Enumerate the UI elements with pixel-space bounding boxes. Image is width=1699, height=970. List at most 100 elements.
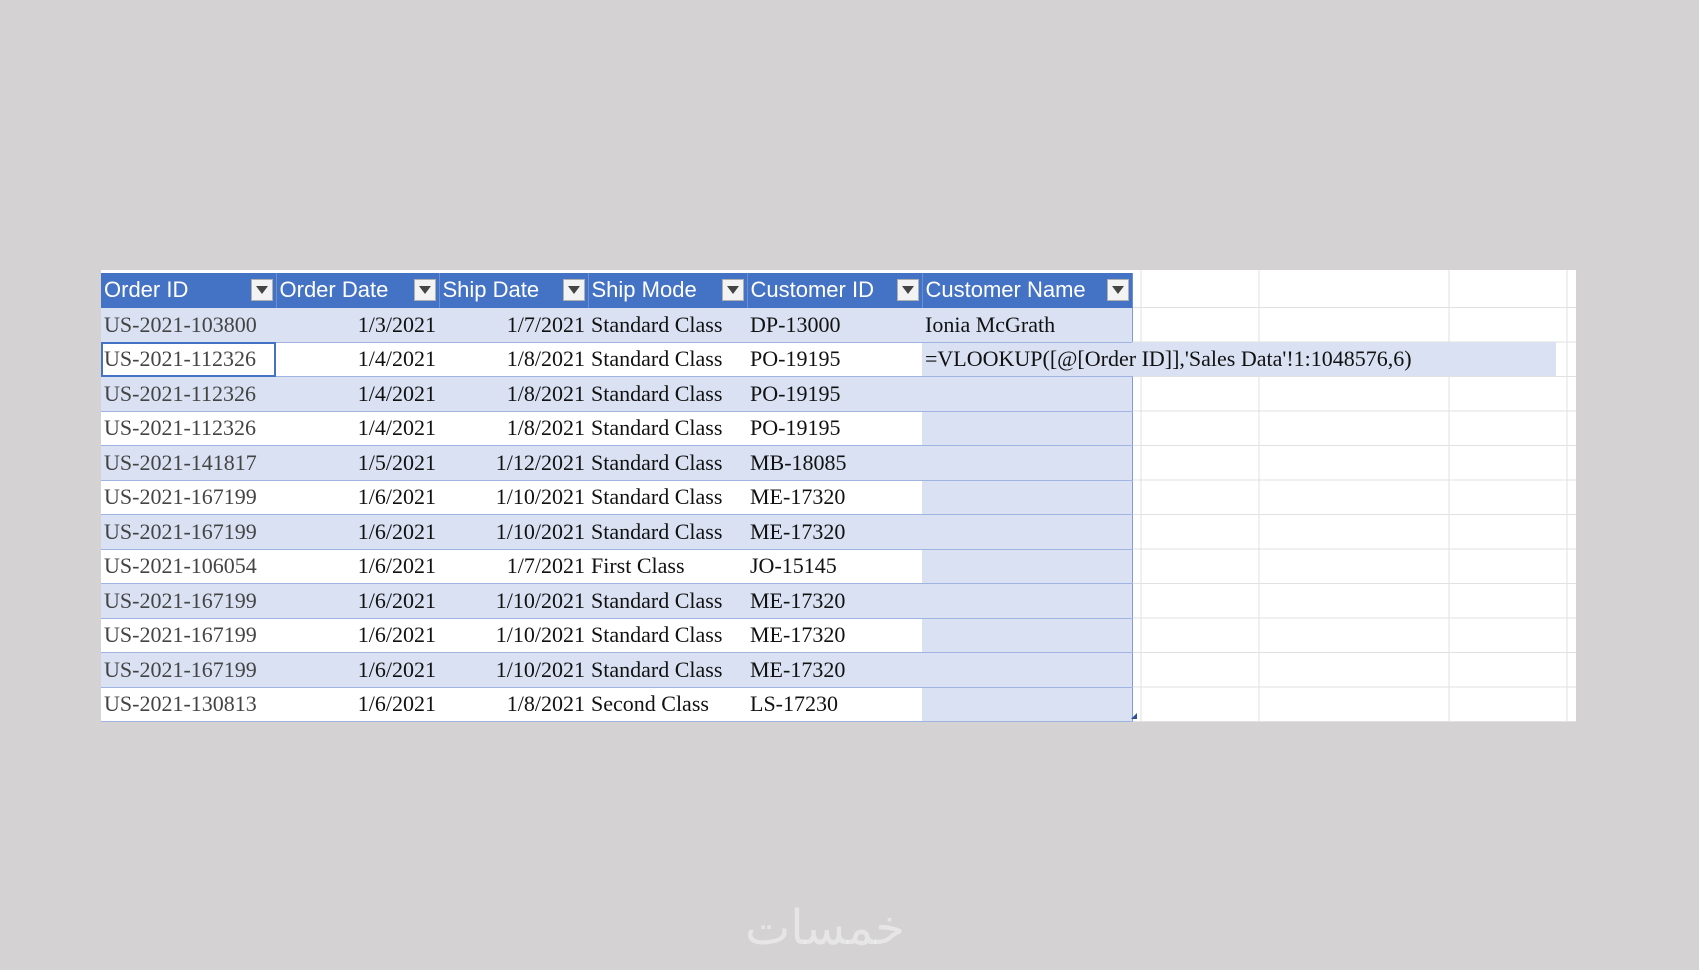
cell-order-date[interactable]: 1/6/2021 — [276, 514, 439, 550]
table-row: US-2021-106054 1/6/2021 1/7/2021 First C… — [101, 549, 1133, 584]
cell-ship-mode[interactable]: Standard Class — [588, 480, 747, 515]
cell-order-id[interactable]: US-2021-112326 — [101, 376, 276, 412]
cell-order-id[interactable]: US-2021-130813 — [101, 687, 276, 722]
cell-customer-name[interactable] — [922, 445, 1133, 481]
cell-ship-date[interactable]: 1/8/2021 — [439, 411, 588, 446]
formula-text: =VLOOKUP([@[Order ID]],'Sales Data'!1:10… — [925, 346, 1412, 372]
spreadsheet: Order ID Order Date Ship Date Ship Mode … — [101, 270, 1576, 722]
header-label: Customer Name — [925, 277, 1086, 303]
cell-order-date[interactable]: 1/4/2021 — [276, 376, 439, 412]
cell-order-id[interactable]: US-2021-167199 — [101, 583, 276, 619]
cell-customer-name[interactable]: Ionia McGrath — [922, 307, 1133, 343]
table-row: US-2021-167199 1/6/2021 1/10/2021 Standa… — [101, 652, 1133, 688]
cell-order-id[interactable]: US-2021-106054 — [101, 549, 276, 584]
cell-order-id[interactable]: US-2021-112326 — [101, 342, 276, 377]
cell-customer-name[interactable] — [922, 687, 1133, 722]
cell-order-id[interactable]: US-2021-141817 — [101, 445, 276, 481]
header-ship-mode[interactable]: Ship Mode — [588, 273, 748, 308]
cell-ship-date[interactable]: 1/10/2021 — [439, 480, 588, 515]
cell-customer-name[interactable] — [922, 583, 1133, 619]
cell-ship-mode[interactable]: Standard Class — [588, 445, 747, 481]
cell-ship-mode[interactable]: First Class — [588, 549, 747, 584]
cell-ship-date[interactable]: 1/7/2021 — [439, 307, 588, 343]
cell-order-id[interactable]: US-2021-167199 — [101, 480, 276, 515]
cell-ship-date[interactable]: 1/10/2021 — [439, 583, 588, 619]
header-order-date[interactable]: Order Date — [276, 273, 440, 308]
cell-customer-id[interactable]: JO-15145 — [747, 549, 922, 584]
table-row: US-2021-112326 1/4/2021 1/8/2021 Standar… — [101, 411, 1133, 446]
cell-customer-id[interactable]: ME-17320 — [747, 514, 922, 550]
filter-dropdown-icon[interactable] — [562, 279, 585, 302]
cell-ship-mode[interactable]: Standard Class — [588, 342, 747, 377]
cell-ship-mode[interactable]: Standard Class — [588, 376, 747, 412]
cell-customer-name[interactable] — [922, 411, 1133, 446]
header-customer-name[interactable]: Customer Name — [922, 273, 1133, 308]
cell-customer-name[interactable] — [922, 652, 1133, 688]
table-row: US-2021-141817 1/5/2021 1/12/2021 Standa… — [101, 445, 1133, 481]
cell-customer-id[interactable]: MB-18085 — [747, 445, 922, 481]
header-row: Order ID Order Date Ship Date Ship Mode … — [101, 273, 1133, 308]
cell-customer-id[interactable]: PO-19195 — [747, 376, 922, 412]
cell-ship-mode[interactable]: Standard Class — [588, 652, 747, 688]
filter-dropdown-icon[interactable] — [1106, 279, 1129, 302]
cell-order-id[interactable]: US-2021-167199 — [101, 618, 276, 653]
cell-ship-mode[interactable]: Standard Class — [588, 307, 747, 343]
cell-ship-date[interactable]: 1/10/2021 — [439, 618, 588, 653]
cell-customer-name-formula[interactable]: =VLOOKUP([@[Order ID]],'Sales Data'!1:10… — [922, 342, 1412, 377]
cell-order-date[interactable]: 1/4/2021 — [276, 411, 439, 446]
cell-order-date[interactable]: 1/6/2021 — [276, 652, 439, 688]
table-row: US-2021-103800 1/3/2021 1/7/2021 Standar… — [101, 307, 1133, 343]
cell-order-date[interactable]: 1/5/2021 — [276, 445, 439, 481]
filter-dropdown-icon[interactable] — [413, 279, 436, 302]
cell-customer-id[interactable]: LS-17230 — [747, 687, 922, 722]
cell-customer-id[interactable]: ME-17320 — [747, 618, 922, 653]
cell-customer-id[interactable]: DP-13000 — [747, 307, 922, 343]
cell-customer-name[interactable] — [922, 376, 1133, 412]
table-resize-handle-icon[interactable] — [1131, 713, 1137, 719]
watermark-logo: خمسات — [745, 900, 906, 956]
cell-customer-name[interactable] — [922, 618, 1133, 653]
cell-ship-date[interactable]: 1/7/2021 — [439, 549, 588, 584]
cell-customer-id[interactable]: PO-19195 — [747, 342, 922, 377]
cell-customer-name[interactable] — [922, 514, 1133, 550]
cell-order-id[interactable]: US-2021-167199 — [101, 652, 276, 688]
header-customer-id[interactable]: Customer ID — [747, 273, 923, 308]
table-row: US-2021-167199 1/6/2021 1/10/2021 Standa… — [101, 618, 1133, 653]
cell-customer-id[interactable]: ME-17320 — [747, 480, 922, 515]
cell-order-id[interactable]: US-2021-112326 — [101, 411, 276, 446]
filter-dropdown-icon[interactable] — [250, 279, 273, 302]
cell-customer-name[interactable] — [922, 549, 1133, 584]
cell-order-date[interactable]: 1/6/2021 — [276, 618, 439, 653]
cell-ship-date[interactable]: 1/8/2021 — [439, 376, 588, 412]
cell-order-id[interactable]: US-2021-167199 — [101, 514, 276, 550]
header-label: Order ID — [104, 277, 189, 303]
cell-ship-date[interactable]: 1/8/2021 — [439, 342, 588, 377]
cell-ship-mode[interactable]: Standard Class — [588, 514, 747, 550]
filter-dropdown-icon[interactable] — [896, 279, 919, 302]
header-order-id[interactable]: Order ID — [101, 273, 277, 308]
cell-customer-name[interactable] — [922, 480, 1133, 515]
cell-customer-id[interactable]: PO-19195 — [747, 411, 922, 446]
cell-customer-id[interactable]: ME-17320 — [747, 652, 922, 688]
cell-order-date[interactable]: 1/6/2021 — [276, 583, 439, 619]
cell-ship-mode[interactable]: Second Class — [588, 687, 747, 722]
cell-ship-mode[interactable]: Standard Class — [588, 411, 747, 446]
cell-ship-date[interactable]: 1/12/2021 — [439, 445, 588, 481]
filter-dropdown-icon[interactable] — [721, 279, 744, 302]
cell-ship-mode[interactable]: Standard Class — [588, 618, 747, 653]
data-table: Order ID Order Date Ship Date Ship Mode … — [101, 273, 1412, 722]
cell-customer-id[interactable]: ME-17320 — [747, 583, 922, 619]
table-row: US-2021-112326 1/4/2021 1/8/2021 Standar… — [101, 376, 1133, 412]
cell-order-date[interactable]: 1/3/2021 — [276, 307, 439, 343]
cell-ship-date[interactable]: 1/10/2021 — [439, 514, 588, 550]
cell-order-date[interactable]: 1/6/2021 — [276, 687, 439, 722]
cell-ship-date[interactable]: 1/10/2021 — [439, 652, 588, 688]
cell-order-date[interactable]: 1/6/2021 — [276, 480, 439, 515]
cell-ship-date[interactable]: 1/8/2021 — [439, 687, 588, 722]
header-ship-date[interactable]: Ship Date — [439, 273, 589, 308]
cell-order-date[interactable]: 1/6/2021 — [276, 549, 439, 584]
cell-ship-mode[interactable]: Standard Class — [588, 583, 747, 619]
cell-order-date[interactable]: 1/4/2021 — [276, 342, 439, 377]
cell-order-id[interactable]: US-2021-103800 — [101, 307, 276, 343]
table-row: US-2021-167199 1/6/2021 1/10/2021 Standa… — [101, 514, 1133, 550]
